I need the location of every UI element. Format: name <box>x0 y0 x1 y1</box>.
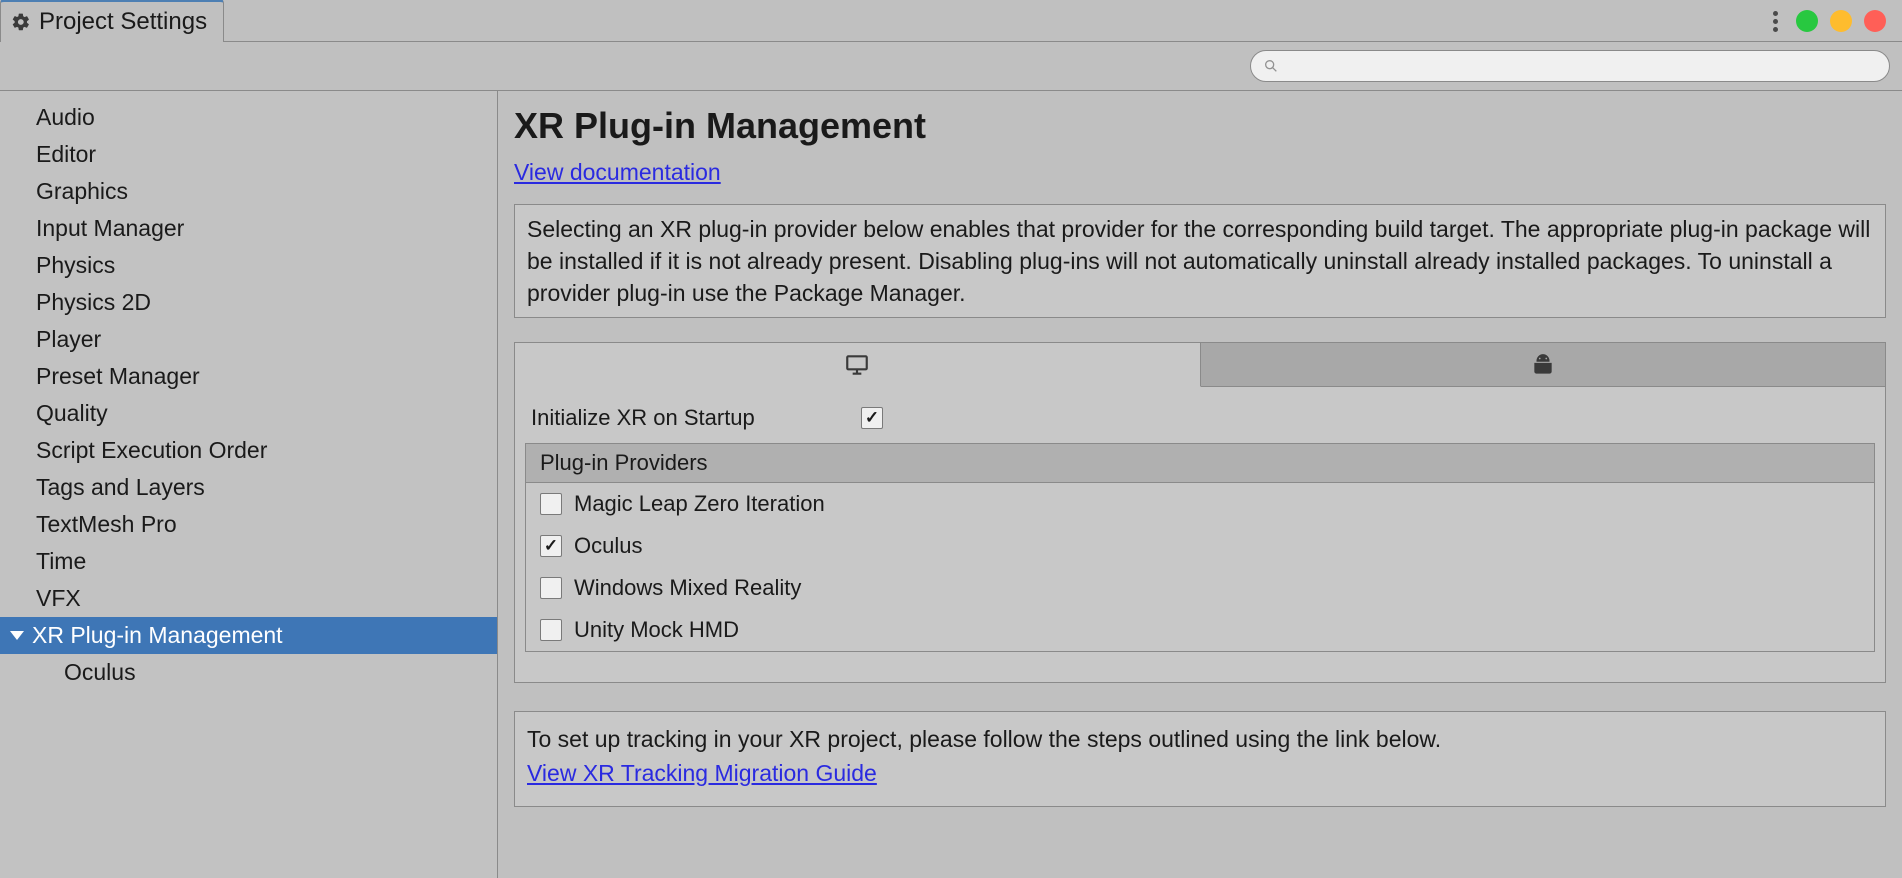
sidebar-item-script-execution[interactable]: Script Execution Order <box>0 432 497 469</box>
provider-row-wmr: Windows Mixed Reality <box>526 567 1874 609</box>
tracking-migration-link[interactable]: View XR Tracking Migration Guide <box>527 756 877 792</box>
sidebar-item-physics[interactable]: Physics <box>0 247 497 284</box>
providers-header: Plug-in Providers <box>526 444 1874 483</box>
sidebar-item-label: XR Plug-in Management <box>32 619 283 652</box>
sidebar-item-audio[interactable]: Audio <box>0 99 497 136</box>
provider-row-oculus: Oculus <box>526 525 1874 567</box>
main-panel: XR Plug-in Management View documentation… <box>498 91 1902 878</box>
tab-desktop[interactable] <box>515 343 1201 387</box>
sidebar-item-input-manager[interactable]: Input Manager <box>0 210 497 247</box>
init-xr-label: Initialize XR on Startup <box>531 405 831 431</box>
window-tab[interactable]: Project Settings <box>0 0 224 42</box>
window-tab-label: Project Settings <box>39 8 207 36</box>
sidebar-item-oculus[interactable]: Oculus <box>0 654 497 691</box>
sidebar-item-tags-layers[interactable]: Tags and Layers <box>0 469 497 506</box>
provider-label: Unity Mock HMD <box>574 617 739 643</box>
window-controls <box>1773 10 1886 32</box>
provider-row-magicleap: Magic Leap Zero Iteration <box>526 483 1874 525</box>
tracking-box: To set up tracking in your XR project, p… <box>514 711 1886 807</box>
kebab-menu-icon[interactable] <box>1773 11 1778 32</box>
init-xr-row: Initialize XR on Startup <box>525 401 1875 443</box>
search-input[interactable] <box>1287 56 1877 77</box>
provider-checkbox-mockhmd[interactable] <box>540 619 562 641</box>
provider-checkbox-magicleap[interactable] <box>540 493 562 515</box>
close-button[interactable] <box>1864 10 1886 32</box>
search-box[interactable] <box>1250 50 1890 82</box>
tab-android[interactable] <box>1201 343 1886 387</box>
sidebar-item-preset-manager[interactable]: Preset Manager <box>0 358 497 395</box>
provider-checkbox-wmr[interactable] <box>540 577 562 599</box>
expand-arrow-icon <box>10 631 24 640</box>
monitor-icon <box>844 352 870 378</box>
platform-section: Initialize XR on Startup Plug-in Provide… <box>514 342 1886 683</box>
sidebar-item-textmesh[interactable]: TextMesh Pro <box>0 506 497 543</box>
provider-checkbox-oculus[interactable] <box>540 535 562 557</box>
page-title: XR Plug-in Management <box>514 105 1886 147</box>
sidebar-item-physics2d[interactable]: Physics 2D <box>0 284 497 321</box>
sidebar-item-graphics[interactable]: Graphics <box>0 173 497 210</box>
provider-label: Oculus <box>574 533 642 559</box>
sidebar-item-xr-plugin[interactable]: XR Plug-in Management <box>0 617 497 654</box>
view-documentation-link[interactable]: View documentation <box>514 159 721 188</box>
tracking-text: To set up tracking in your XR project, p… <box>527 722 1873 756</box>
sidebar-item-player[interactable]: Player <box>0 321 497 358</box>
sidebar: Audio Editor Graphics Input Manager Phys… <box>0 91 498 878</box>
sidebar-item-time[interactable]: Time <box>0 543 497 580</box>
provider-label: Magic Leap Zero Iteration <box>574 491 825 517</box>
maximize-button[interactable] <box>1796 10 1818 32</box>
providers-box: Plug-in Providers Magic Leap Zero Iterat… <box>525 443 1875 652</box>
toolbar <box>0 42 1902 91</box>
provider-label: Windows Mixed Reality <box>574 575 801 601</box>
sidebar-item-editor[interactable]: Editor <box>0 136 497 173</box>
sidebar-item-quality[interactable]: Quality <box>0 395 497 432</box>
provider-row-mockhmd: Unity Mock HMD <box>526 609 1874 651</box>
titlebar: Project Settings <box>0 0 1902 42</box>
init-xr-checkbox[interactable] <box>861 407 883 429</box>
info-box: Selecting an XR plug-in provider below e… <box>514 204 1886 318</box>
android-icon <box>1530 352 1556 378</box>
minimize-button[interactable] <box>1830 10 1852 32</box>
gear-icon <box>11 12 31 32</box>
sidebar-item-vfx[interactable]: VFX <box>0 580 497 617</box>
search-icon <box>1263 58 1279 74</box>
platform-tabs <box>515 343 1885 387</box>
